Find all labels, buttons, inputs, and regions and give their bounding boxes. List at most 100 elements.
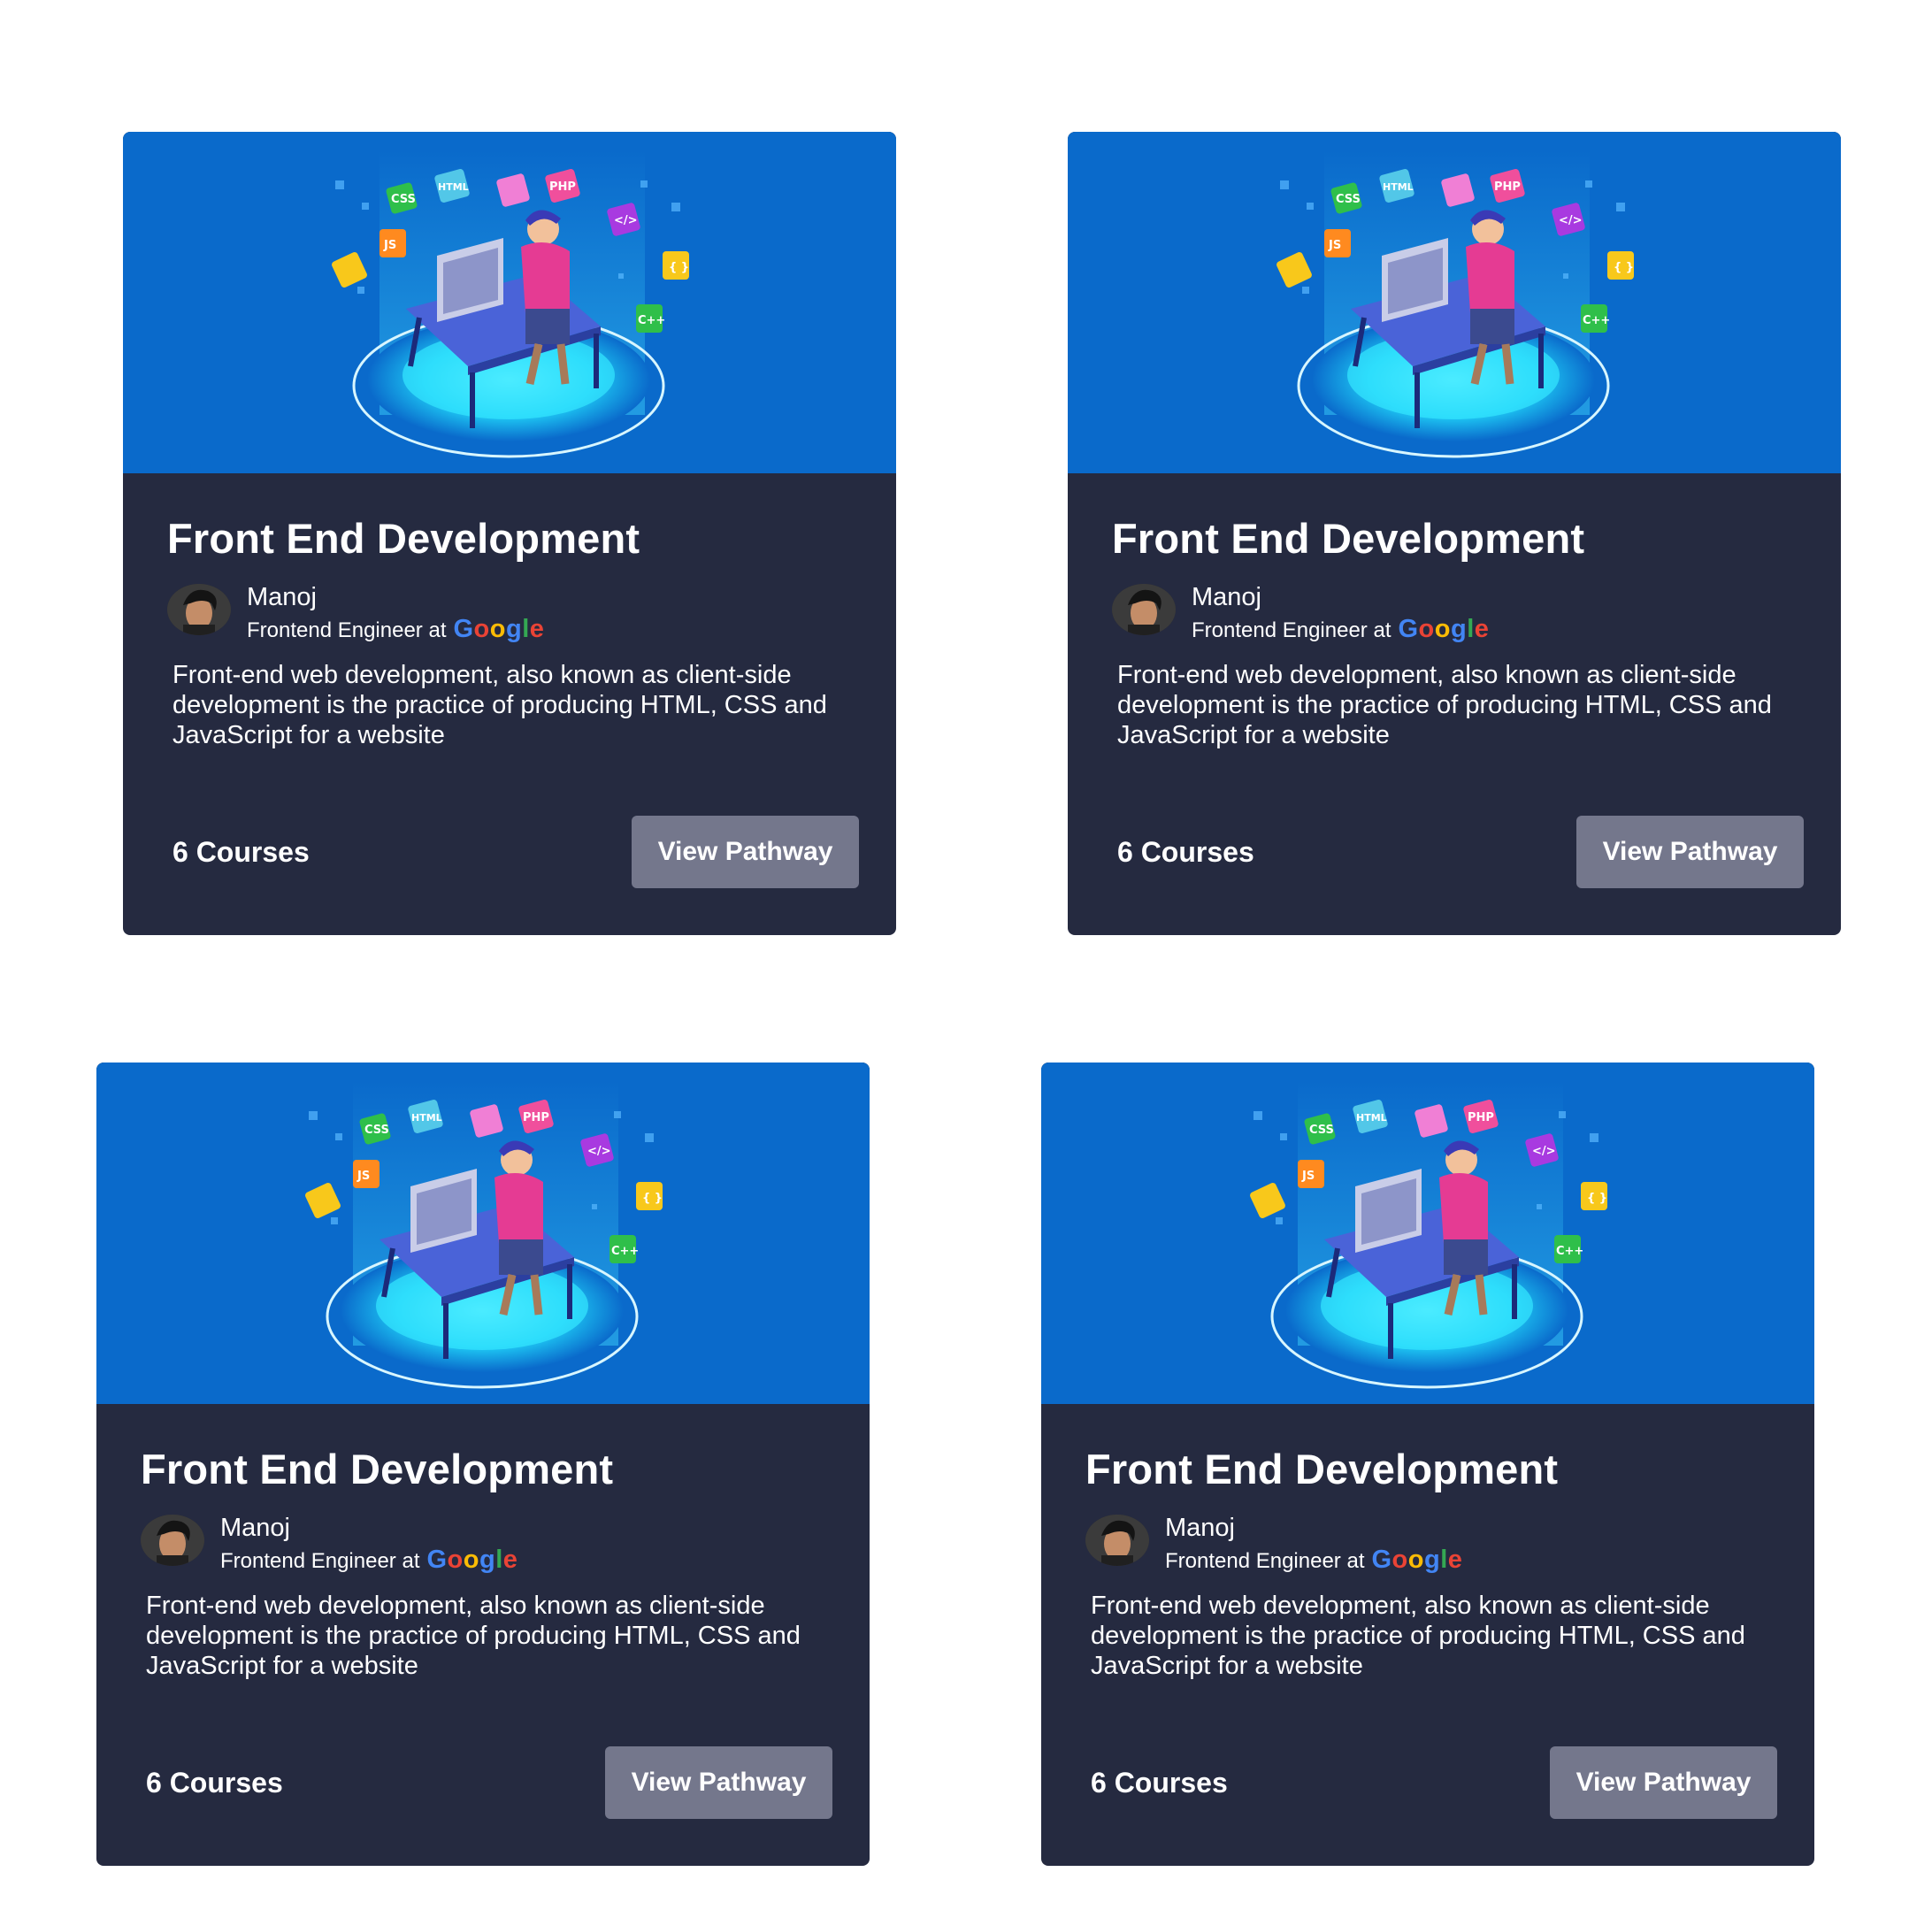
google-logo-letter: l <box>1467 615 1475 643</box>
author-role-text: Frontend Engineer at <box>1192 618 1392 642</box>
svg-text:HTML: HTML <box>438 181 469 193</box>
developer-illustration: CSS HTML PHP </> { } C++ JS <box>305 1080 663 1389</box>
svg-text:</>: </> <box>1559 214 1583 227</box>
google-logo-letter: g <box>505 615 523 643</box>
google-logo-letter: g <box>479 1546 496 1574</box>
view-pathway-button[interactable]: View Pathway <box>1550 1746 1777 1819</box>
svg-text:PHP: PHP <box>1494 180 1521 194</box>
svg-text:</>: </> <box>587 1145 611 1158</box>
svg-text:CSS: CSS <box>364 1124 389 1137</box>
view-pathway-button[interactable]: View Pathway <box>1576 816 1804 888</box>
card-description: Front-end web development, also known as… <box>146 1592 801 1680</box>
card-title: Front End Development <box>167 515 640 562</box>
pathway-card: CSS HTML PHP </> { } C++ JS Front End De… <box>1068 132 1841 935</box>
card-hero-image: CSS HTML PHP </> { } C++ JS <box>96 1063 870 1404</box>
google-logo: Google <box>453 615 544 644</box>
google-logo-letter: o <box>473 615 490 643</box>
svg-text:HTML: HTML <box>1383 181 1414 193</box>
google-logo-letter: G <box>426 1546 448 1574</box>
author-name: Manoj <box>247 583 317 611</box>
svg-text:HTML: HTML <box>1356 1112 1387 1124</box>
svg-text:PHP: PHP <box>549 180 576 194</box>
google-logo-letter: g <box>1423 1546 1441 1574</box>
developer-illustration: CSS HTML PHP </> { } C++ JS <box>1276 150 1634 458</box>
google-logo: Google <box>1398 615 1489 644</box>
svg-text:JS: JS <box>1328 239 1341 252</box>
svg-text:PHP: PHP <box>523 1111 549 1124</box>
svg-text:CSS: CSS <box>391 193 416 206</box>
google-logo-letter: l <box>522 615 530 643</box>
pathway-card: CSS HTML PHP </> { } C++ JS Front End De… <box>1041 1063 1814 1866</box>
pathway-card: CSS HTML PHP </> { } C++ JS Front End De… <box>123 132 896 935</box>
author-name: Manoj <box>220 1514 290 1542</box>
author-avatar <box>141 1515 204 1566</box>
author-role: Frontend Engineer at Google <box>247 615 544 644</box>
card-description: Front-end web development, also known as… <box>1117 661 1772 749</box>
author-name: Manoj <box>1192 583 1261 611</box>
author-role: Frontend Engineer at Google <box>220 1546 518 1575</box>
svg-text:PHP: PHP <box>1468 1111 1494 1124</box>
svg-text:HTML: HTML <box>411 1112 442 1124</box>
google-logo-letter: e <box>529 615 545 643</box>
google-logo: Google <box>426 1546 518 1575</box>
svg-text:{ }: { } <box>669 261 689 274</box>
google-logo-letter: e <box>1474 615 1490 643</box>
svg-text:JS: JS <box>383 239 396 252</box>
developer-illustration: CSS HTML PHP </> { } C++ JS <box>1250 1080 1607 1389</box>
author-role: Frontend Engineer at Google <box>1192 615 1489 644</box>
card-hero-image: CSS HTML PHP </> { } C++ JS <box>1068 132 1841 473</box>
course-count: 6 Courses <box>1117 836 1254 868</box>
google-logo-letter: o <box>1418 615 1435 643</box>
google-logo-letter: g <box>1450 615 1468 643</box>
author-role-text: Frontend Engineer at <box>1165 1549 1365 1573</box>
svg-text:C++: C++ <box>1583 314 1610 327</box>
svg-text:{ }: { } <box>642 1192 663 1205</box>
google-logo-letter: o <box>1434 615 1451 643</box>
google-logo-letter: o <box>447 1546 464 1574</box>
svg-text:</>: </> <box>614 214 638 227</box>
svg-text:JS: JS <box>1301 1170 1315 1183</box>
google-logo-letter: G <box>453 615 474 643</box>
svg-text:C++: C++ <box>1556 1245 1583 1258</box>
google-logo-letter: l <box>1440 1546 1448 1574</box>
card-title: Front End Development <box>141 1446 614 1492</box>
author-avatar <box>1085 1515 1149 1566</box>
card-hero-image: CSS HTML PHP </> { } C++ JS <box>123 132 896 473</box>
svg-text:C++: C++ <box>638 314 665 327</box>
course-count: 6 Courses <box>172 836 310 868</box>
pathway-card: CSS HTML PHP </> { } C++ JS Front End De… <box>96 1063 870 1866</box>
author-name: Manoj <box>1165 1514 1235 1542</box>
google-logo-letter: e <box>502 1546 518 1574</box>
card-description: Front-end web development, also known as… <box>172 661 827 749</box>
svg-text:{ }: { } <box>1587 1192 1607 1205</box>
card-title: Front End Development <box>1085 1446 1559 1492</box>
course-count: 6 Courses <box>1091 1767 1228 1799</box>
course-count: 6 Courses <box>146 1767 283 1799</box>
view-pathway-button[interactable]: View Pathway <box>632 816 859 888</box>
card-description: Front-end web development, also known as… <box>1091 1592 1745 1680</box>
svg-text:JS: JS <box>356 1170 370 1183</box>
author-avatar <box>1112 584 1176 635</box>
svg-text:CSS: CSS <box>1309 1124 1334 1137</box>
card-hero-image: CSS HTML PHP </> { } C++ JS <box>1041 1063 1814 1404</box>
author-role-text: Frontend Engineer at <box>247 618 447 642</box>
author-avatar <box>167 584 231 635</box>
developer-illustration: CSS HTML PHP </> { } C++ JS <box>332 150 689 458</box>
svg-text:</>: </> <box>1532 1145 1556 1158</box>
google-logo-letter: o <box>1407 1546 1424 1574</box>
google-logo-letter: e <box>1447 1546 1463 1574</box>
author-role: Frontend Engineer at Google <box>1165 1546 1462 1575</box>
google-logo-letter: o <box>1392 1546 1408 1574</box>
google-logo-letter: G <box>1371 1546 1392 1574</box>
google-logo-letter: G <box>1398 615 1419 643</box>
svg-text:CSS: CSS <box>1336 193 1361 206</box>
google-logo-letter: o <box>463 1546 479 1574</box>
google-logo: Google <box>1371 1546 1462 1575</box>
svg-text:C++: C++ <box>611 1245 639 1258</box>
google-logo-letter: o <box>489 615 506 643</box>
svg-text:{ }: { } <box>1614 261 1634 274</box>
author-role-text: Frontend Engineer at <box>220 1549 420 1573</box>
view-pathway-button[interactable]: View Pathway <box>605 1746 832 1819</box>
google-logo-letter: l <box>495 1546 503 1574</box>
card-title: Front End Development <box>1112 515 1585 562</box>
